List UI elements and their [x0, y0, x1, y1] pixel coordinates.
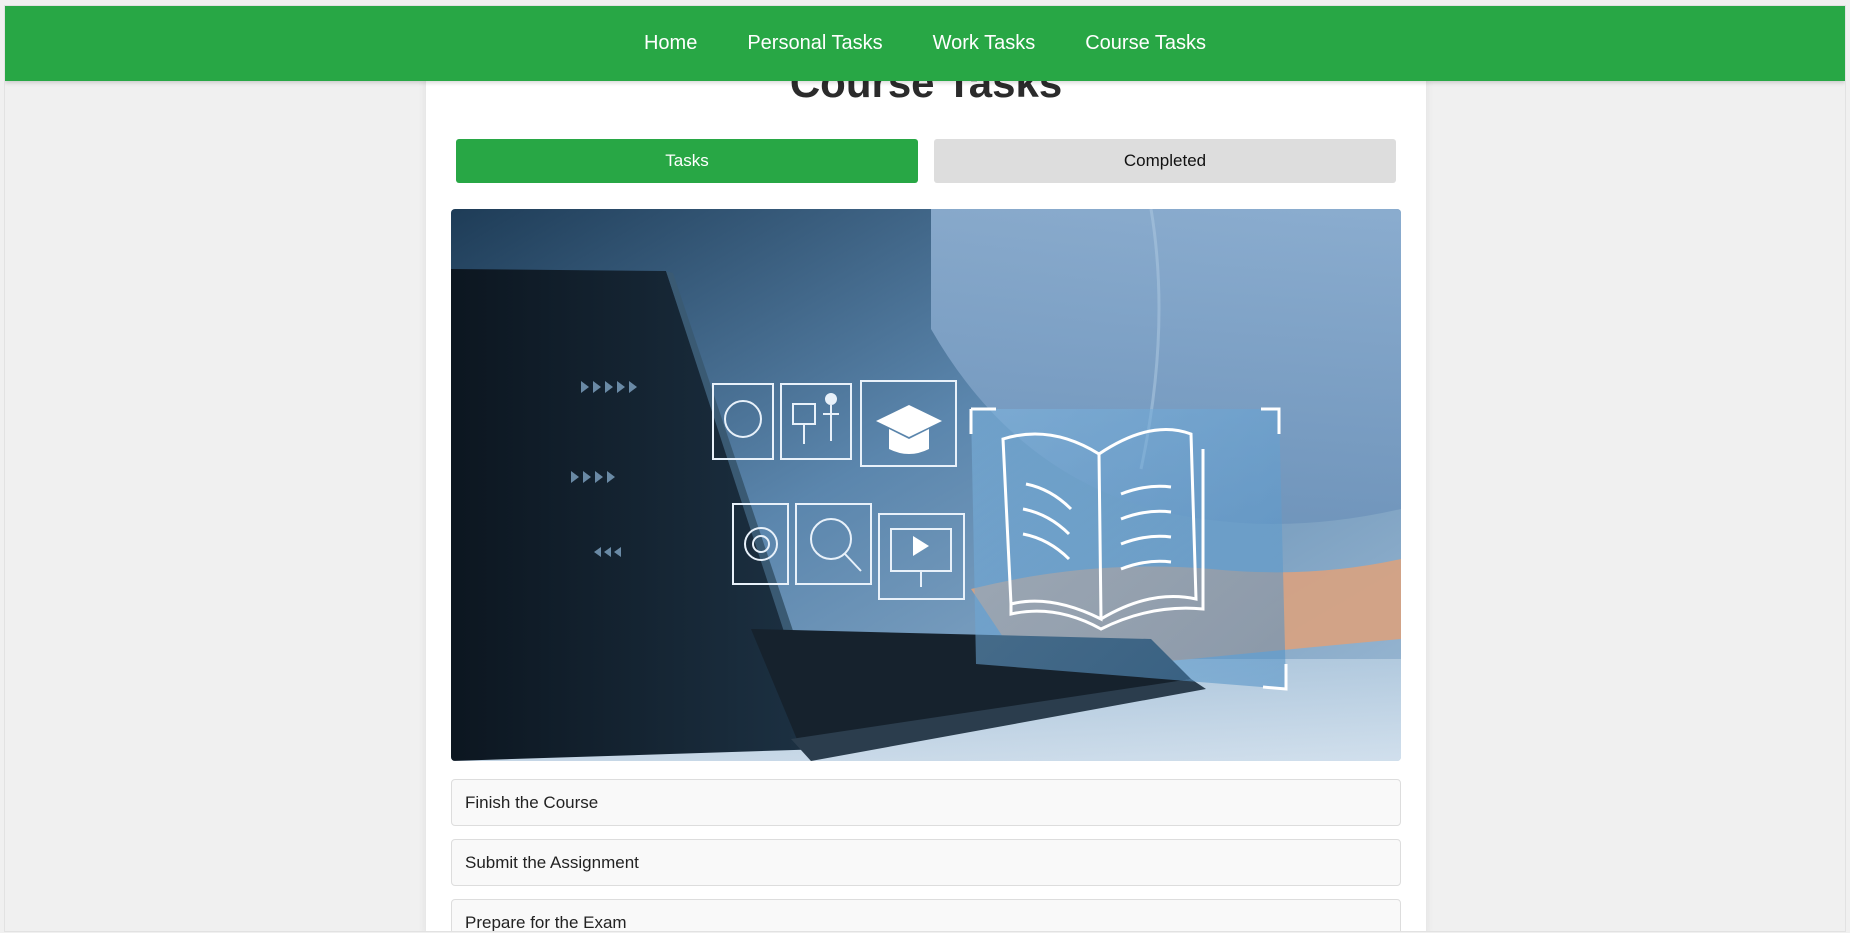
list-item[interactable]: Prepare for the Exam: [451, 899, 1401, 931]
task-list: Finish the Course Submit the Assignment …: [451, 779, 1401, 931]
tab-tasks[interactable]: Tasks: [456, 139, 918, 183]
nav-course-tasks[interactable]: Course Tasks: [1085, 32, 1206, 55]
tab-bar: Tasks Completed: [456, 139, 1396, 183]
nav-home[interactable]: Home: [644, 32, 697, 55]
nav-work-tasks[interactable]: Work Tasks: [933, 32, 1036, 55]
list-item[interactable]: Finish the Course: [451, 779, 1401, 826]
nav-personal-tasks[interactable]: Personal Tasks: [747, 32, 882, 55]
tab-completed[interactable]: Completed: [934, 139, 1396, 183]
browser-viewport: Home Personal Tasks Work Tasks Course Ta…: [5, 6, 1845, 931]
hero-image: [451, 209, 1401, 761]
list-item[interactable]: Submit the Assignment: [451, 839, 1401, 886]
top-navbar: Home Personal Tasks Work Tasks Course Ta…: [5, 6, 1845, 81]
content-card: Course Tasks Tasks Completed Finish the …: [426, 6, 1426, 931]
